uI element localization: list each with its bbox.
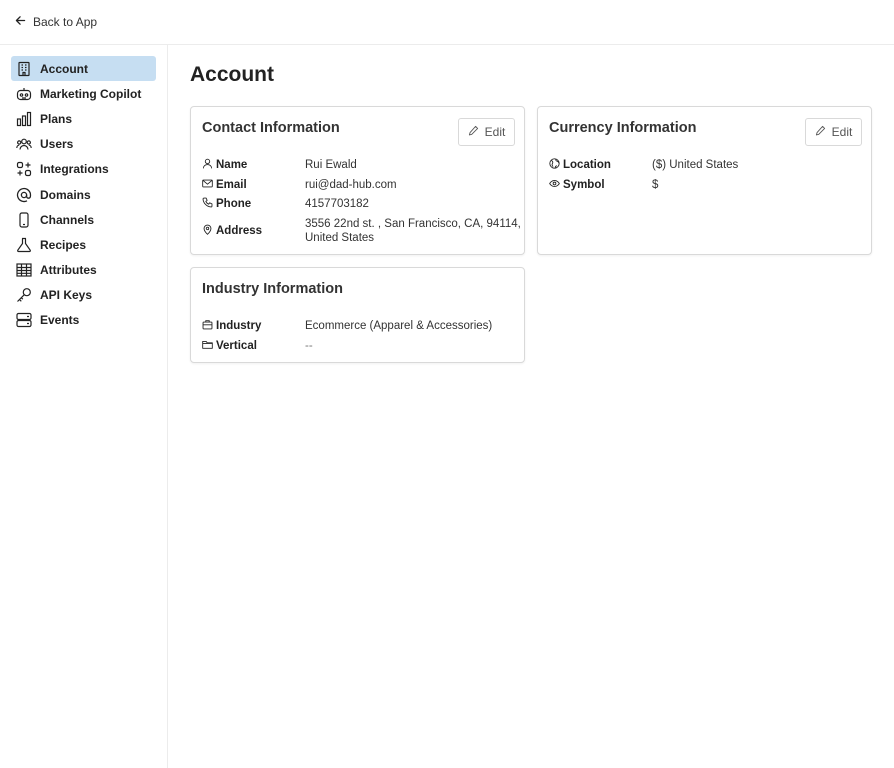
flask-icon	[16, 237, 32, 253]
sidebar-item-marketing-copilot[interactable]: Marketing Copilot	[11, 81, 156, 106]
card-title: Industry Information	[202, 281, 343, 297]
sidebar-item-label: API Keys	[40, 288, 93, 303]
card-title: Contact Information	[202, 120, 340, 136]
field-label: Vertical	[216, 339, 257, 352]
robot-icon	[16, 86, 32, 102]
sidebar-item-label: Channels	[40, 212, 95, 227]
pencil-icon	[815, 125, 826, 139]
briefcase-icon	[202, 319, 216, 333]
field-value: --	[305, 339, 313, 352]
field-value: Ecommerce (Apparel & Accessories)	[305, 320, 493, 332]
folder-icon	[202, 339, 216, 353]
field-label: Symbol	[563, 178, 605, 191]
eye-icon	[549, 178, 563, 192]
address-line-1: 3556 22nd st. , San Francisco, CA, 94114…	[305, 217, 521, 230]
sidebar-item-attributes[interactable]: Attributes	[11, 258, 156, 283]
pencil-icon	[468, 125, 479, 139]
back-to-app-label: Back to App	[33, 15, 98, 29]
sidebar: Account Marketing Copilot Plans Users In…	[0, 45, 168, 768]
currency-row-symbol: Symbol $	[549, 178, 658, 192]
field-label: Location	[563, 159, 611, 171]
users-icon	[16, 136, 32, 152]
sidebar-item-label: Domains	[40, 187, 91, 202]
field-label: Phone	[216, 198, 252, 210]
sidebar-item-channels[interactable]: Channels	[11, 207, 156, 232]
edit-contact-button[interactable]: Edit	[458, 118, 515, 146]
sidebar-item-domains[interactable]: Domains	[11, 182, 156, 207]
page-title: Account	[190, 63, 274, 86]
sidebar-item-label: Integrations	[40, 162, 109, 177]
top-bar: Back to App	[0, 0, 894, 45]
sidebar-item-integrations[interactable]: Integrations	[11, 157, 156, 182]
contact-row-address: Address 3556 22nd st. , San Francisco, C…	[202, 217, 521, 245]
field-value: 4157703182	[305, 198, 369, 210]
sidebar-item-label: Recipes	[40, 237, 87, 252]
field-label: Name	[216, 159, 248, 171]
field-value: rui@dad-hub.com	[305, 178, 397, 191]
key-icon	[16, 287, 32, 303]
industry-row-vertical: Vertical --	[202, 339, 313, 353]
at-icon	[16, 187, 32, 203]
bar-chart-icon	[16, 111, 32, 127]
phone-device-icon	[16, 212, 32, 228]
card-title: Currency Information	[549, 120, 697, 136]
industry-row-industry: Industry Ecommerce (Apparel & Accessorie…	[202, 319, 492, 333]
sidebar-item-account[interactable]: Account	[11, 56, 156, 82]
contact-row-phone: Phone 4157703182	[202, 197, 369, 211]
address-line-2: United States	[305, 231, 375, 244]
contact-row-name: Name Rui Ewald	[202, 158, 357, 172]
contact-information-card: Contact Information Edit Name Rui Ewald …	[190, 106, 525, 255]
sidebar-item-plans[interactable]: Plans	[11, 106, 156, 131]
sidebar-item-label: Attributes	[40, 263, 97, 278]
industry-information-card: Industry Information Industry Ecommerce …	[190, 267, 525, 363]
map-pin-icon	[202, 224, 216, 238]
field-value: 3556 22nd st. , San Francisco, CA, 94114…	[305, 217, 521, 245]
sidebar-item-api-keys[interactable]: API Keys	[11, 283, 156, 308]
currency-row-location: Location ($) United States	[549, 158, 738, 172]
field-value: Rui Ewald	[305, 159, 357, 171]
sidebar-item-label: Events	[40, 313, 80, 328]
field-label: Email	[216, 178, 247, 191]
contact-row-email: Email rui@dad-hub.com	[202, 178, 397, 192]
sidebar-item-label: Marketing Copilot	[40, 86, 142, 101]
currency-information-card: Currency Information Edit Location ($) U…	[537, 106, 872, 255]
events-icon	[16, 312, 32, 328]
back-to-app-link[interactable]: Back to App	[14, 13, 97, 31]
field-value: ($) United States	[652, 159, 739, 171]
sidebar-item-label: Plans	[40, 111, 73, 126]
sidebar-item-label: Users	[40, 137, 74, 152]
field-value: $	[652, 178, 659, 191]
mail-icon	[202, 178, 216, 192]
arrow-left-icon	[14, 14, 27, 30]
building-icon	[16, 61, 32, 77]
edit-currency-button[interactable]: Edit	[805, 118, 862, 146]
integrations-icon	[16, 161, 32, 177]
field-label: Address	[216, 224, 263, 237]
globe-icon	[549, 158, 563, 172]
user-icon	[202, 158, 216, 172]
phone-icon	[202, 197, 216, 211]
sidebar-item-users[interactable]: Users	[11, 132, 156, 157]
sidebar-item-label: Account	[40, 61, 88, 76]
edit-label: Edit	[484, 125, 506, 139]
sidebar-item-events[interactable]: Events	[11, 308, 156, 333]
sidebar-item-recipes[interactable]: Recipes	[11, 232, 156, 257]
table-icon	[16, 262, 32, 278]
field-label: Industry	[216, 320, 262, 332]
edit-label: Edit	[831, 125, 853, 139]
